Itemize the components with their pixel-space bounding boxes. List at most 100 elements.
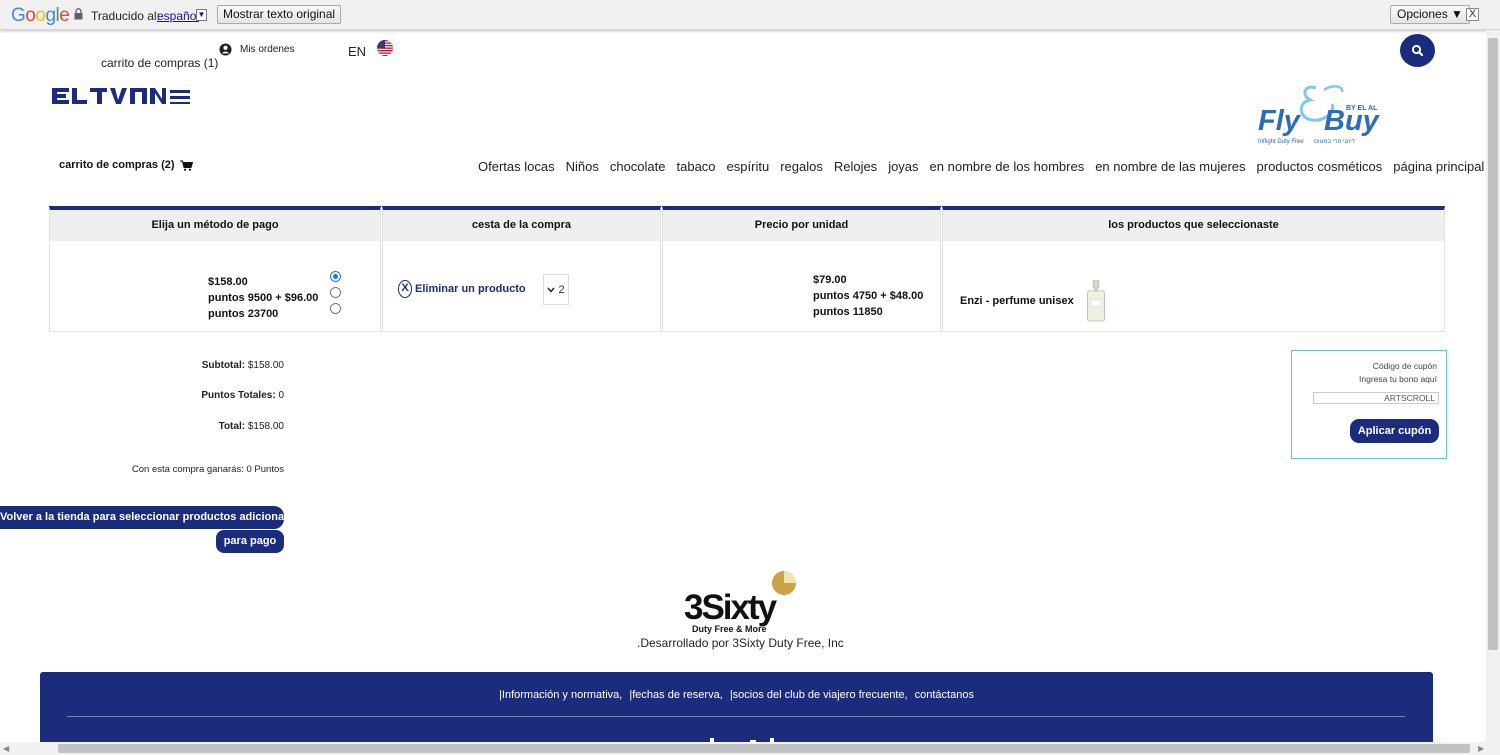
payment-method-header: Elija un método de pago [50,210,380,241]
nav-item-relojes[interactable]: Relojes [834,159,877,174]
my-orders-link[interactable]: Mis ordenes [219,43,294,56]
footer-link-dates[interactable]: |fechas de reserva, [629,689,722,701]
remove-product-button[interactable]: X Eliminar un producto [398,280,526,298]
earn-points-text: Con esta compra ganarás: 0 Puntos [131,464,284,475]
vertical-scrollbar[interactable] [1486,30,1500,742]
us-flag-icon[interactable] [377,40,393,56]
search-icon [1411,44,1424,57]
coupon-box: Código de cupón Ingresa tu bono aquí Apl… [1291,350,1447,459]
nav-item-ninos[interactable]: Niños [566,159,599,174]
user-icon [219,43,232,56]
basket-header: cesta de la compra [383,210,660,241]
svg-text:דיוטי פרי במטוס: דיוטי פרי במטוס [1314,139,1355,145]
cart-top-link[interactable]: carrito de compras (1) [101,56,218,70]
3sixty-logo[interactable]: 3Sixty Duty Free & More [684,569,806,635]
cart-main-label: carrito de compras (2) [59,159,175,171]
payment-method-column: Elija un método de pago $158.00 puntos 9… [49,206,381,332]
fly-and-buy-logo[interactable]: Fly Buy BY EL AL Inflight Duty Free דיוט… [1254,82,1380,148]
elal-logo[interactable] [52,86,192,106]
quantity-select[interactable]: 2 [543,274,569,305]
footer-link-info[interactable]: |Información y normativa, [499,689,622,701]
scroll-left-icon[interactable]: ◀ [3,744,9,753]
to-payment-button[interactable]: para pago [216,530,284,553]
close-icon[interactable]: X [1466,8,1479,21]
horizontal-scroll-thumb[interactable] [58,744,1470,753]
cart-icon [179,160,193,171]
unit-price-mixed: puntos 4750 + $48.00 [813,290,924,302]
chevron-down-icon [547,287,555,293]
lock-icon [74,8,83,20]
apply-coupon-button[interactable]: Aplicar cupón [1350,419,1439,443]
language-switch[interactable]: EN [348,44,366,59]
nav-item-ofertas[interactable]: Ofertas locas [478,159,555,174]
product-image[interactable] [1086,280,1106,322]
show-original-button[interactable]: Mostrar texto original [217,5,342,24]
options-button[interactable]: Opciones ▼ [1390,5,1470,24]
remove-icon: X [398,280,412,298]
points-total-row: Puntos Totales: 0 [100,390,284,401]
payment-option-points: puntos 23700 [208,308,279,320]
nav-item-tabaco[interactable]: tabaco [677,159,716,174]
remove-product-label: Eliminar un producto [415,283,526,295]
subtotal-value: $158.00 [247,360,284,371]
quantity-value: 2 [558,283,565,296]
unit-price-points: puntos 11850 [813,306,883,318]
payment-radio-mixed[interactable] [330,287,341,298]
product-name[interactable]: Enzi - perfume unisex [960,295,1074,307]
back-to-store-button[interactable]: Volver a la tienda para seleccionar prod… [0,506,284,529]
my-orders-label: Mis ordenes [240,44,295,55]
svg-text:BY EL AL: BY EL AL [1346,105,1378,112]
scroll-right-icon[interactable]: ▶ [1478,744,1484,753]
nav-item-chocolate[interactable]: chocolate [610,159,666,174]
nav-item-joyas[interactable]: joyas [888,159,918,174]
svg-text:3Sixty: 3Sixty [684,588,778,627]
payment-radio-points[interactable] [330,303,341,314]
horizontal-scrollbar[interactable]: ◀ ▶ [0,742,1500,755]
nav-item-home[interactable]: página principal [1393,159,1484,174]
total-value: $158.00 [247,421,284,432]
footer-divider [67,716,1405,717]
subtotal-row: Subtotal: $158.00 [100,360,284,371]
unit-prices: $79.00 puntos 4750 + $48.00 puntos 11850 [813,272,923,320]
language-dropdown-icon[interactable]: ▼ [196,9,207,21]
unit-price-cash: $79.00 [813,274,847,286]
translate-bar: Google Traducido al: español ▼ Mostrar t… [0,0,1500,30]
google-logo: Google [11,5,70,26]
search-button[interactable] [1400,34,1435,67]
nav-item-cosmeticos[interactable]: productos cosméticos [1257,159,1383,174]
payment-option-mixed: puntos 9500 + $96.00 [208,292,319,304]
subtotal-label: Subtotal: [201,360,246,371]
total-label: Total: [218,421,246,432]
payment-radio-cash[interactable] [330,271,341,282]
svg-text:Duty Free & More: Duty Free & More [692,624,767,634]
nav-item-regalos[interactable]: regalos [780,159,823,174]
translated-label: Traducido al: [91,9,160,23]
nav-item-hombres[interactable]: en nombre de los hombres [930,159,1085,174]
points-total-label: Puntos Totales: [201,390,276,401]
payment-option-cash: $158.00 [208,276,248,288]
svg-text:Inflight Duty Free: Inflight Duty Free [1258,139,1304,145]
footer-link-partners[interactable]: |socios del club de viajero frecuente, [730,689,908,701]
selected-products-header: los productos que seleccionaste [943,210,1444,241]
footer-link-contact[interactable]: contáctanos [915,689,974,701]
payment-radios [330,271,341,319]
total-row: Total: $158.00 [100,421,284,432]
cart-main-link[interactable]: carrito de compras (2) [59,159,193,171]
nav-item-espiritu[interactable]: espíritu [727,159,770,174]
language-link[interactable]: español [157,9,199,23]
footer-links: |Información y normativa, |fechas de res… [40,689,1433,701]
basket-column: cesta de la compra X Eliminar un product… [382,206,661,332]
nav-item-mujeres[interactable]: en nombre de las mujeres [1095,159,1245,174]
unit-price-column: Precio por unidad $79.00 puntos 4750 + $… [662,206,941,332]
svg-text:Fly: Fly [1258,105,1302,137]
main-nav: Ofertas locas Niños chocolate tabaco esp… [478,159,1484,174]
coupon-input[interactable] [1313,392,1439,404]
coupon-subtitle: Ingresa tu bono aquí [1359,374,1437,384]
payment-options: $158.00 puntos 9500 + $96.00 puntos 2370… [208,274,318,322]
points-total-value: 0 [278,390,284,401]
coupon-title: Código de cupón [1372,361,1437,371]
vertical-scroll-thumb[interactable] [1488,38,1498,650]
selected-products-column: los productos que seleccionaste Enzi - p… [942,206,1445,332]
page: Google Traducido al: español ▼ Mostrar t… [0,0,1500,755]
unit-price-header: Precio por unidad [663,210,940,241]
